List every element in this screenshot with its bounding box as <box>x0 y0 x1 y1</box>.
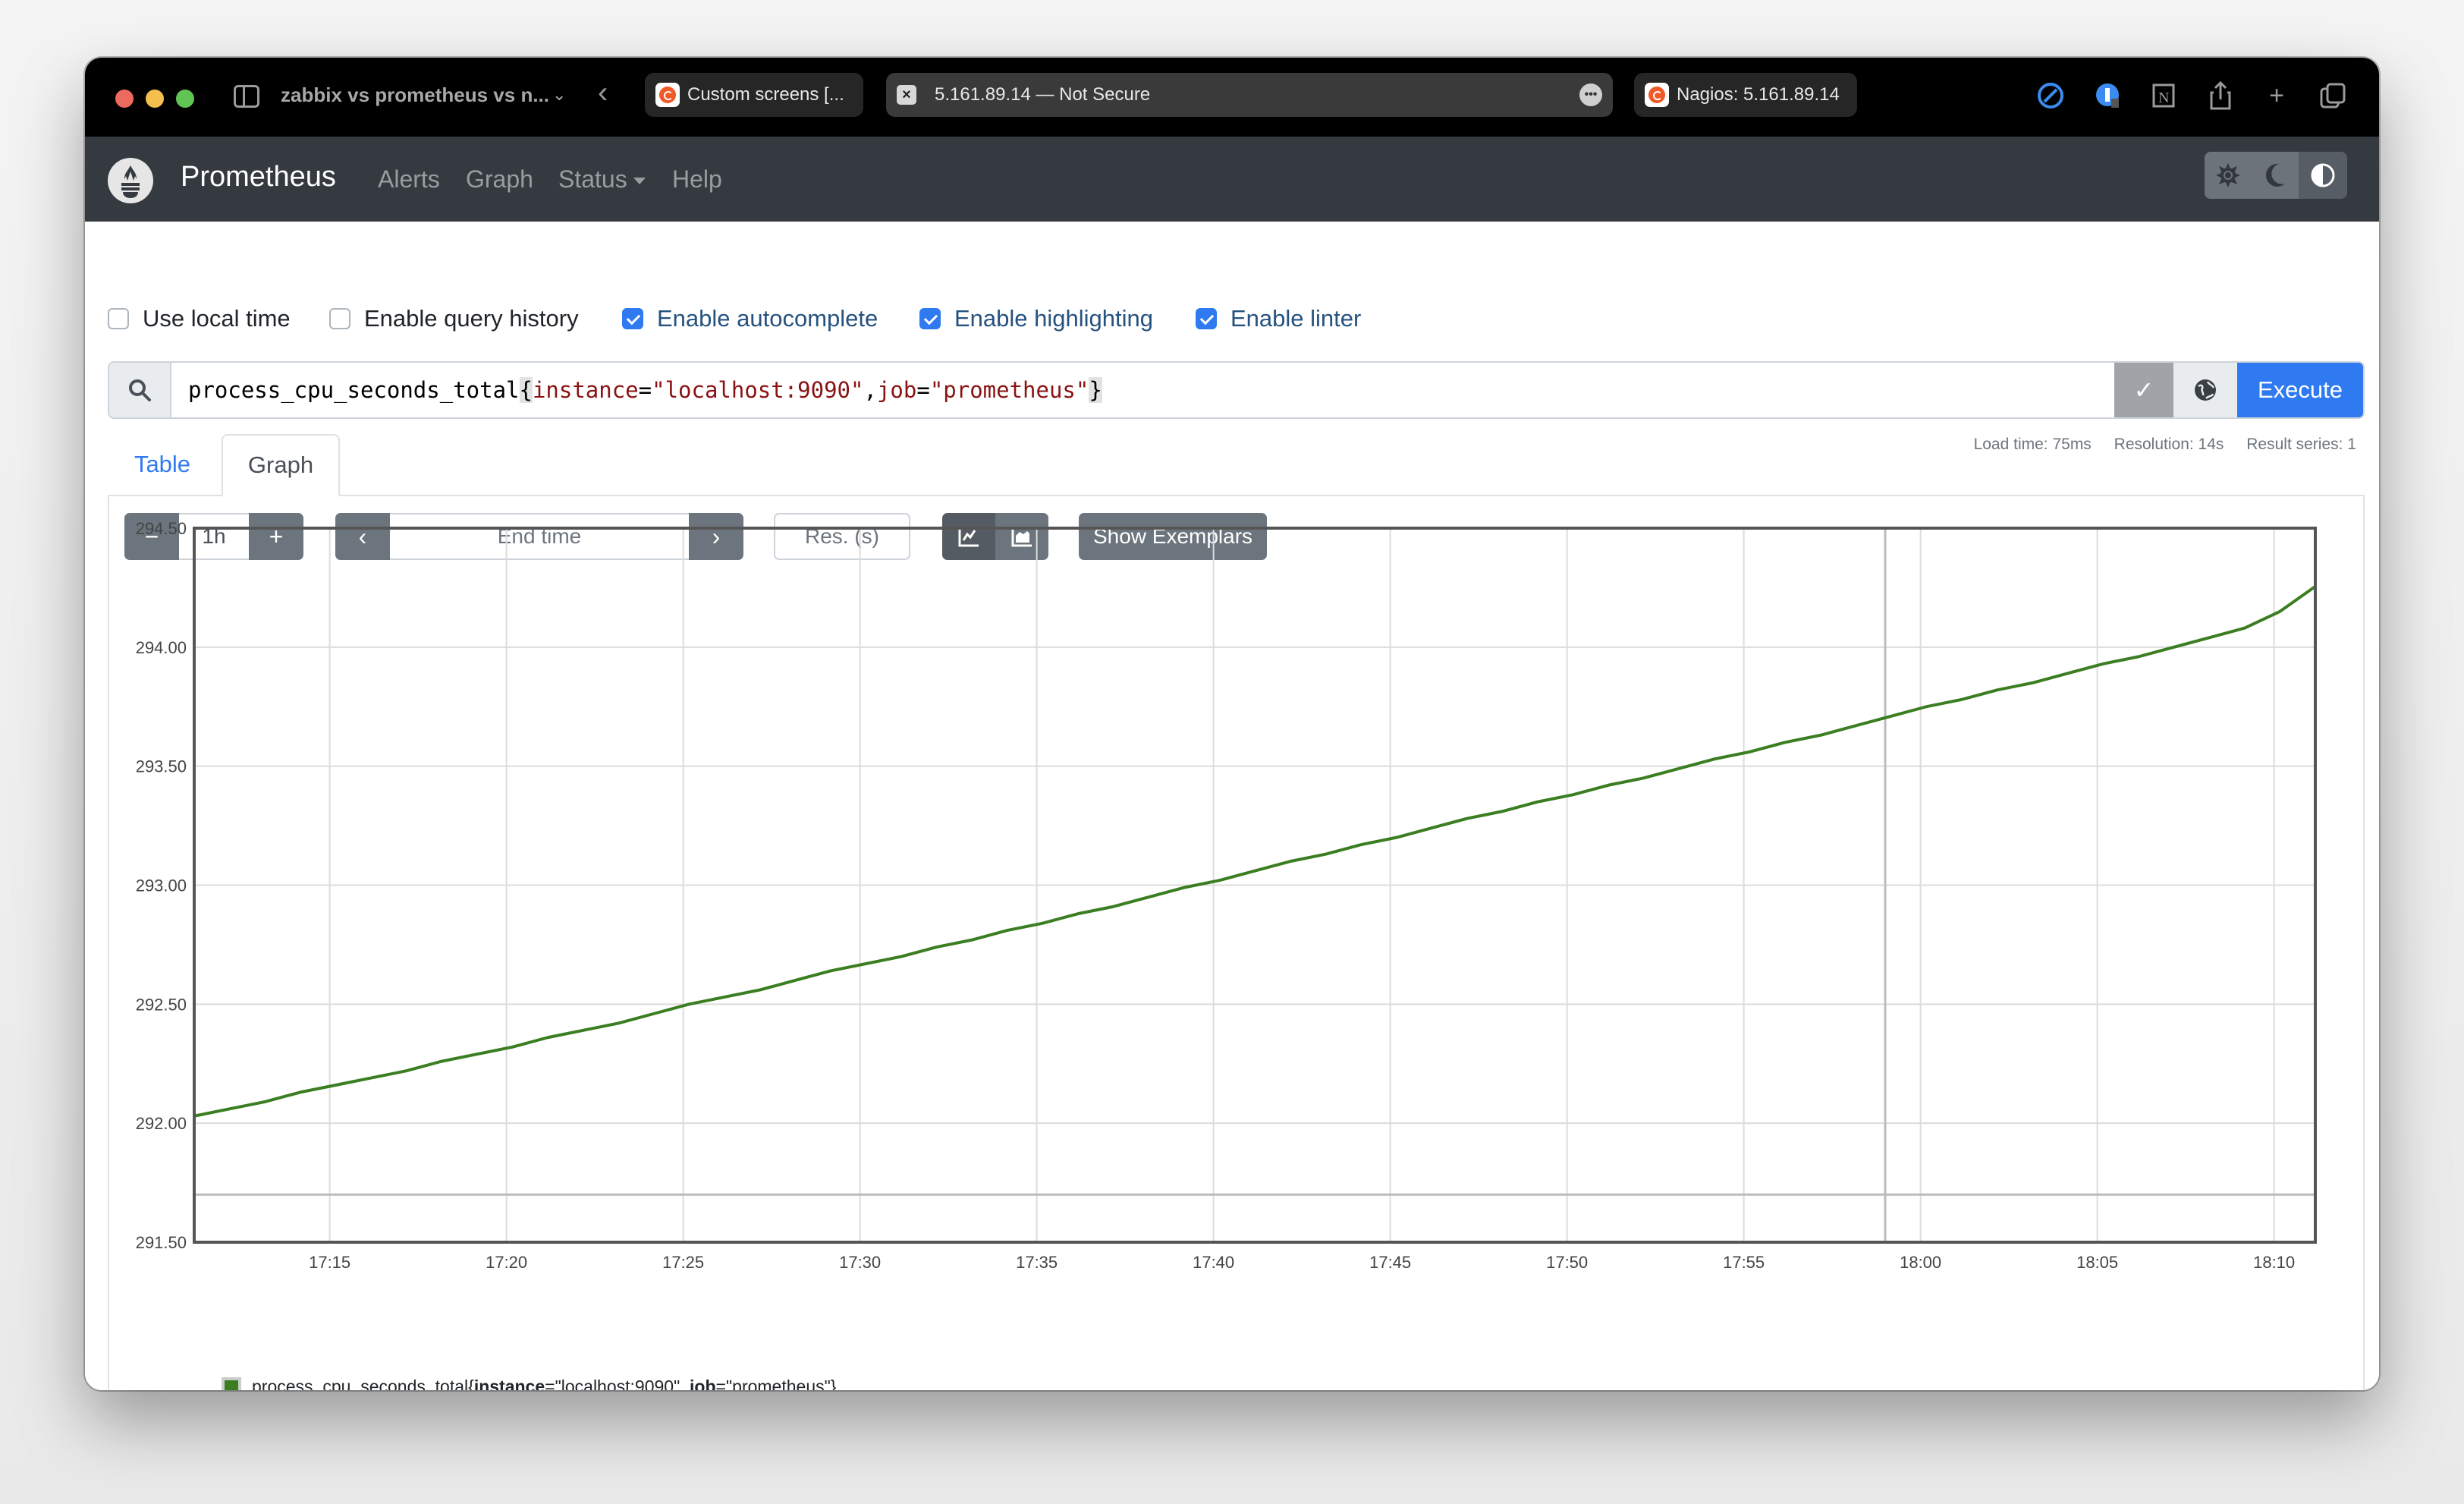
share-icon[interactable] <box>2206 80 2235 111</box>
dark-theme-icon[interactable] <box>2252 152 2299 199</box>
browser-tab-nagios[interactable]: Nagios: 5.161.89.14 <box>1634 73 1857 117</box>
theme-switcher <box>2205 152 2347 199</box>
x-tick-label: 18:00 <box>1900 1253 1941 1272</box>
tab-title: 5.161.89.14 — Not Secure <box>935 84 1151 105</box>
x-tick-label: 17:15 <box>309 1253 350 1272</box>
extension-icon[interactable] <box>2094 80 2123 111</box>
compass-icon[interactable] <box>2036 80 2065 111</box>
grafana-icon <box>1645 83 1669 107</box>
sidebar-toggle-icon[interactable] <box>234 85 259 108</box>
x-tick-label: 17:45 <box>1369 1253 1411 1272</box>
legend-brace-close: } <box>830 1377 837 1390</box>
nav-alerts[interactable]: Alerts <box>378 165 440 194</box>
zoom-window-button[interactable] <box>176 90 194 108</box>
auto-theme-icon[interactable] <box>2299 152 2347 199</box>
more-icon[interactable]: ••• <box>1579 83 1602 106</box>
chevron-down-icon[interactable]: ⌄ <box>552 85 566 105</box>
nav-status[interactable]: Status <box>558 165 646 194</box>
prometheus-navbar: Prometheus Alerts Graph Status Help <box>85 137 2379 222</box>
x-tick-label: 18:10 <box>2253 1253 2295 1272</box>
tab-overview-icon[interactable] <box>2318 80 2347 111</box>
tab-title: Nagios: 5.161.89.14 <box>1677 84 1840 105</box>
tab-title: Custom screens [... <box>687 84 844 105</box>
notion-icon[interactable]: N <box>2150 80 2179 111</box>
back-icon[interactable]: ‹ <box>598 77 608 108</box>
y-tick-label: 292.00 <box>136 1114 187 1133</box>
brand-title[interactable]: Prometheus <box>181 161 336 194</box>
x-tick-label: 17:50 <box>1546 1253 1588 1272</box>
y-tick-label: 291.50 <box>136 1233 187 1252</box>
browser-window: zabbix vs prometheus vs n... ⌄ ‹ Custom … <box>85 58 2379 1390</box>
y-tick-label: 292.50 <box>136 995 187 1014</box>
x-tick-label: 17:25 <box>662 1253 704 1272</box>
caret-down-icon <box>633 178 646 185</box>
y-tick-label: 294.00 <box>136 638 187 657</box>
nav-graph[interactable]: Graph <box>466 165 533 194</box>
prometheus-logo-icon[interactable] <box>108 158 153 203</box>
legend-label-name: instance <box>473 1377 545 1390</box>
y-tick-label: 294.50 <box>136 519 187 538</box>
x-tick-label: 17:55 <box>1723 1253 1765 1272</box>
time-series-chart[interactable]: 291.50 292.00 292.50 293.00 293.50 294.00 294.… <box>85 222 2379 1390</box>
y-tick-label: 293.00 <box>136 876 187 895</box>
legend-sep: , <box>680 1377 690 1390</box>
legend-metric: process_cpu_seconds_total <box>252 1377 469 1390</box>
new-tab-icon[interactable]: + <box>2262 80 2291 111</box>
legend-eq: = <box>545 1377 555 1390</box>
tab-group-title[interactable]: zabbix vs prometheus vs n... <box>281 83 549 107</box>
minimize-window-button[interactable] <box>146 90 164 108</box>
legend-label-value: "localhost:9090" <box>555 1377 680 1390</box>
x-tick-label: 17:30 <box>839 1253 881 1272</box>
x-tick-label: 18:05 <box>2076 1253 2118 1272</box>
legend-label-value: "prometheus" <box>725 1377 831 1390</box>
x-tick-label: 17:40 <box>1193 1253 1234 1272</box>
close-window-button[interactable] <box>115 90 134 108</box>
legend-label-name: job <box>690 1377 716 1390</box>
legend-eq: = <box>715 1377 726 1390</box>
x-tick-label: 17:20 <box>486 1253 527 1272</box>
browser-tab-active[interactable]: × 5.161.89.14 — Not Secure ••• <box>886 73 1613 117</box>
legend-item[interactable]: process_cpu_seconds_total{instance = "loca… <box>222 1377 836 1390</box>
grafana-icon <box>655 83 680 107</box>
series-line <box>193 585 2317 1118</box>
light-theme-icon[interactable] <box>2205 152 2252 199</box>
svg-text:N: N <box>2158 90 2169 106</box>
browser-titlebar: zabbix vs prometheus vs n... ⌄ ‹ Custom … <box>85 58 2379 137</box>
graph-page: Use local time Enable query history Enab… <box>85 222 2379 1390</box>
legend-color-swatch <box>222 1377 241 1390</box>
nav-status-label: Status <box>558 165 627 193</box>
nav-help[interactable]: Help <box>672 165 722 194</box>
y-tick-label: 293.50 <box>136 757 187 776</box>
legend-brace-open: { <box>468 1377 474 1390</box>
x-tick-label: 17:35 <box>1016 1253 1058 1272</box>
close-tab-icon[interactable]: × <box>897 85 916 105</box>
browser-tab-custom-screens[interactable]: Custom screens [... <box>645 73 863 117</box>
